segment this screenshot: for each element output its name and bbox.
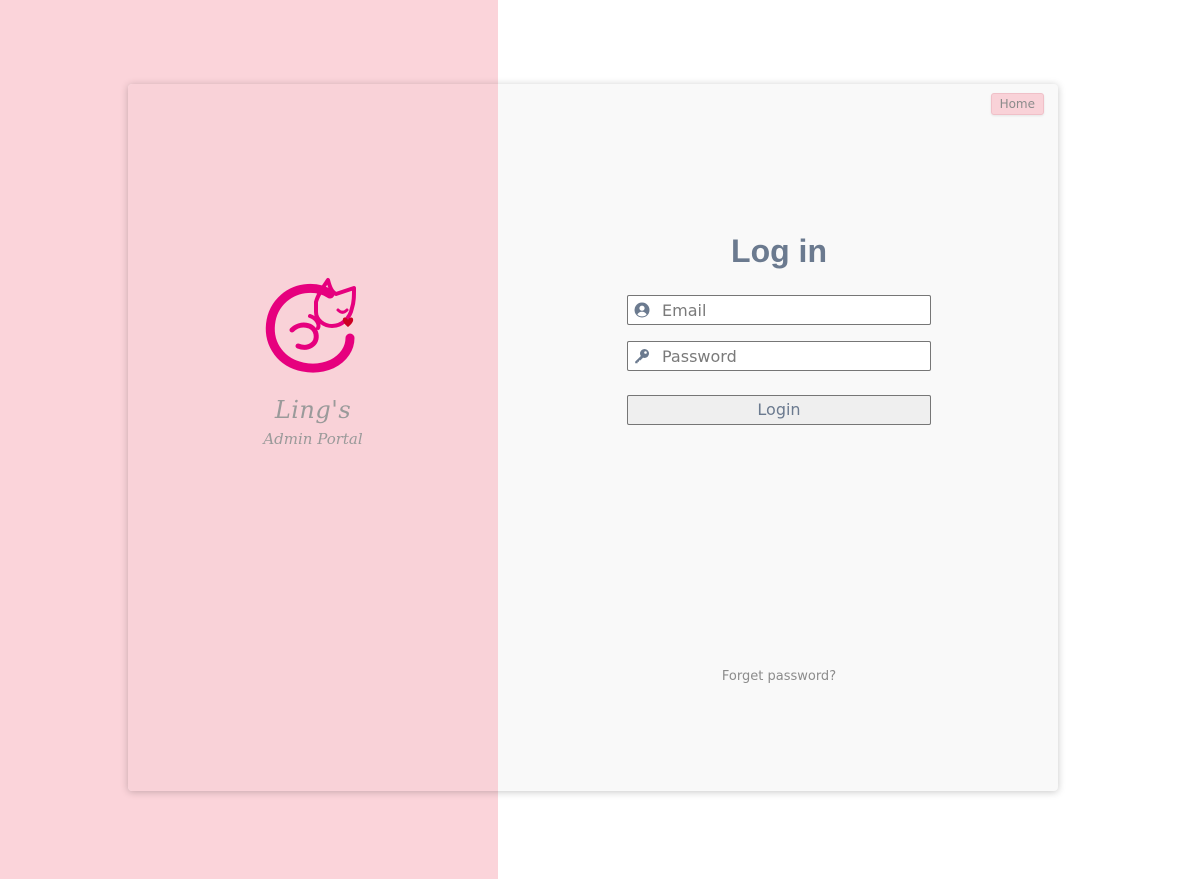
login-title: Log in — [731, 233, 827, 269]
brand-name: Ling's — [274, 396, 352, 424]
forgot-password-link[interactable]: Forget password? — [627, 669, 931, 684]
user-circle-icon — [634, 302, 650, 318]
password-input[interactable] — [662, 342, 924, 370]
brand-subtitle: Admin Portal — [263, 430, 363, 448]
brand-logo-group: Ling's Admin Portal — [128, 272, 498, 448]
password-field[interactable] — [627, 341, 931, 371]
brand-panel: Ling's Admin Portal — [128, 84, 498, 791]
login-button[interactable]: Login — [627, 395, 931, 425]
login-card: Ling's Admin Portal Home Log in Login Fo… — [128, 84, 1058, 791]
email-field[interactable] — [627, 295, 931, 325]
home-button[interactable]: Home — [990, 93, 1044, 115]
email-input[interactable] — [662, 296, 924, 324]
cat-logo-icon — [265, 278, 356, 373]
key-icon — [635, 349, 649, 364]
